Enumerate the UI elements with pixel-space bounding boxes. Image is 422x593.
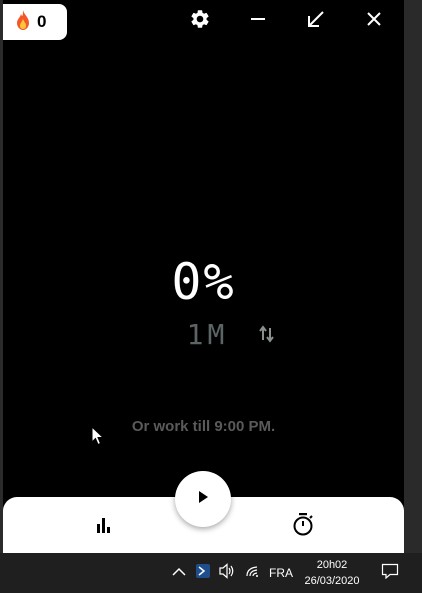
chevron-up-icon bbox=[172, 564, 186, 582]
desktop-background-right bbox=[404, 0, 422, 553]
progress-percent: 0% bbox=[171, 253, 236, 311]
taskbar-clock[interactable]: 20h02 26/03/2020 bbox=[296, 557, 368, 589]
notification-icon bbox=[381, 563, 399, 584]
wifi-icon bbox=[245, 564, 261, 583]
streak-badge[interactable]: 0 bbox=[3, 4, 67, 40]
minimize-icon bbox=[249, 10, 267, 33]
mouse-cursor-icon bbox=[91, 425, 105, 451]
network-button[interactable] bbox=[243, 553, 263, 593]
play-icon bbox=[195, 489, 211, 510]
play-button[interactable] bbox=[175, 471, 231, 527]
close-button[interactable] bbox=[359, 6, 389, 36]
windows-taskbar: FRA 20h02 26/03/2020 bbox=[0, 553, 422, 593]
clock-time: 20h02 bbox=[316, 559, 348, 571]
bar-chart-icon bbox=[91, 518, 115, 541]
stats-button[interactable] bbox=[91, 513, 115, 537]
input-language-button[interactable]: FRA bbox=[266, 553, 296, 593]
timer-button[interactable] bbox=[290, 511, 316, 537]
duration-row: 1M bbox=[3, 318, 404, 351]
settings-button[interactable] bbox=[185, 6, 215, 36]
powershell-tray-button[interactable] bbox=[193, 553, 213, 593]
collapse-button[interactable] bbox=[301, 6, 331, 36]
language-label: FRA bbox=[269, 566, 293, 580]
volume-button[interactable] bbox=[216, 553, 238, 593]
arrow-down-left-icon bbox=[306, 9, 326, 34]
minimize-button[interactable] bbox=[243, 6, 273, 36]
speaker-icon bbox=[218, 562, 236, 584]
gear-icon bbox=[189, 8, 211, 35]
swap-icon[interactable] bbox=[257, 322, 277, 346]
action-center-button[interactable] bbox=[376, 553, 404, 593]
powershell-icon bbox=[196, 563, 210, 583]
stopwatch-icon bbox=[290, 513, 316, 541]
work-till-text[interactable]: Or work till 9:00 PM. bbox=[3, 418, 404, 435]
close-icon bbox=[365, 10, 383, 33]
duration-value[interactable]: 1M bbox=[187, 318, 229, 351]
clock-date: 26/03/2020 bbox=[304, 575, 360, 587]
streak-count: 0 bbox=[37, 12, 47, 31]
fire-icon bbox=[15, 9, 31, 35]
show-hidden-icons-button[interactable] bbox=[168, 553, 190, 593]
timer-app-window: 0 0% 1M Or work till 9:00 PM. bbox=[3, 0, 404, 553]
